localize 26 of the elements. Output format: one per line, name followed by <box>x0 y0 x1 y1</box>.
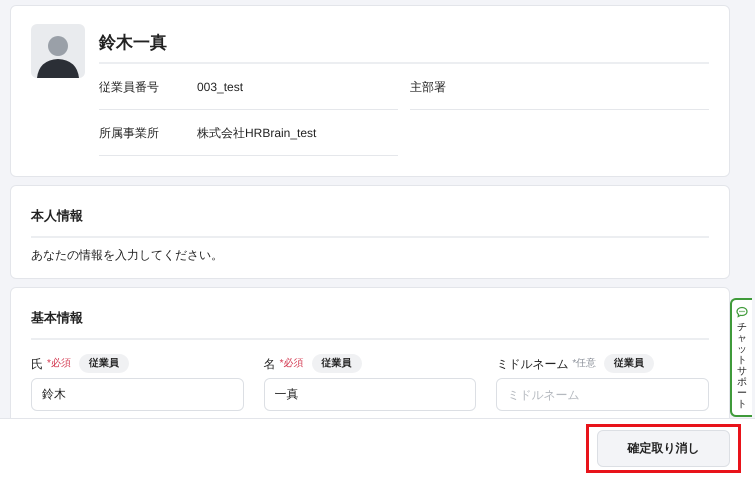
requirement-label: *必須 <box>280 356 304 371</box>
field-value: 株式会社HRBrain_test <box>197 124 316 142</box>
field-value: 003_test <box>197 78 244 96</box>
field-label: 従業員番号 <box>99 78 160 96</box>
requirement-label: *任意 <box>572 356 596 371</box>
field-label: 氏 <box>31 356 43 372</box>
chat-support-label: チャットサポート <box>737 322 747 410</box>
field-label: 名 <box>264 356 276 372</box>
field-label: 主部署 <box>410 78 447 96</box>
field-label: ミドルネーム <box>496 356 568 372</box>
cancel-confirmation-button[interactable]: 確定取り消し <box>597 430 730 466</box>
text-input-field[interactable]: 鈴木 <box>31 378 244 411</box>
employee-name: 鈴木一真 <box>99 32 167 54</box>
section-title: 基本情報 <box>31 310 83 325</box>
text-input-field[interactable]: ミドルネーム <box>496 378 709 411</box>
role-tag: 従業員 <box>78 354 129 373</box>
chat-support-tab[interactable]: チャットサポート <box>730 298 752 417</box>
section-description: あなたの情報を入力してください。 <box>31 247 224 264</box>
text-input-field[interactable]: 一真 <box>264 378 476 411</box>
chat-bubble-icon <box>736 306 748 318</box>
role-tag: 従業員 <box>604 354 654 373</box>
section-title: 本人情報 <box>31 208 83 223</box>
role-tag: 従業員 <box>312 354 362 373</box>
avatar-silhouette <box>31 24 85 78</box>
requirement-label: *必須 <box>47 356 71 371</box>
field-label: 所属事業所 <box>99 124 160 142</box>
